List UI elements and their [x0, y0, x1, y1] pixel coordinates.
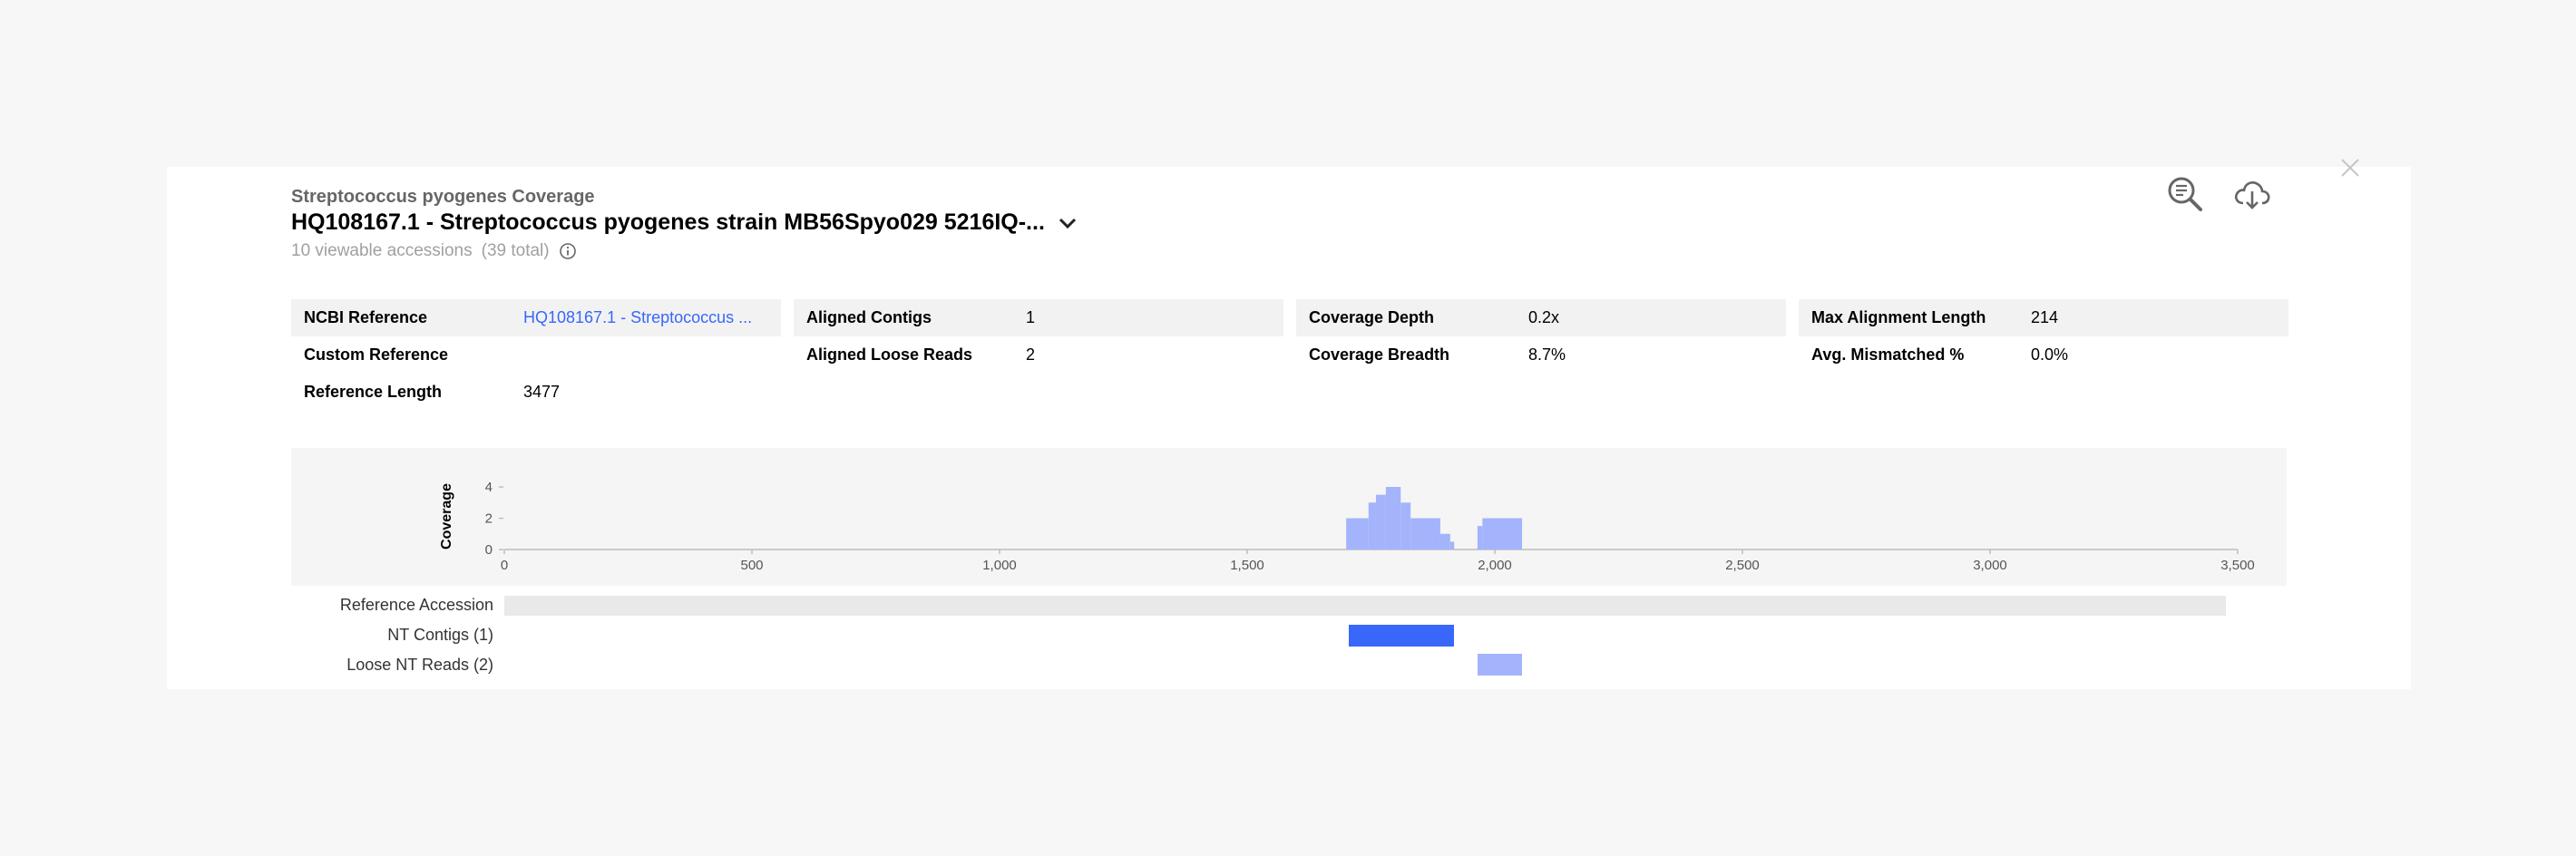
y-tick-label: 2 [485, 511, 493, 527]
metric-label: Custom Reference [304, 345, 449, 364]
coverage-bar [1477, 526, 1483, 550]
coverage-bar [1346, 518, 1369, 550]
metric-label: Coverage Breadth [1309, 345, 1450, 364]
coverage-bar [1368, 502, 1376, 550]
metrics-column-reference: NCBI Reference HQ108167.1 - Streptococcu… [291, 299, 781, 411]
metric-aligned-contigs: Aligned Contigs 1 [794, 299, 1283, 336]
total-accessions: (39 total) [481, 241, 550, 260]
coverage-bar [1400, 502, 1411, 550]
accessions-note: 10 viewable accessions (39 total) [291, 241, 577, 261]
metrics-column-alignment: Aligned Contigs 1 Aligned Loose Reads 2 [794, 299, 1283, 374]
metric-value: 0.0% [2031, 345, 2069, 364]
y-axis-label: Coverage [439, 483, 454, 550]
reference-accession-label: Reference Accession [339, 596, 493, 614]
metric-label: Coverage Depth [1309, 308, 1435, 326]
metric-value: 1 [1026, 308, 1036, 326]
metric-reference-length: Reference Length 3477 [291, 374, 781, 411]
close-icon[interactable] [2338, 156, 2362, 180]
coverage-bar [1410, 518, 1440, 550]
coverage-bar [1439, 533, 1450, 550]
coverage-bar [1375, 494, 1386, 550]
x-tick-label: 1,500 [1230, 558, 1264, 573]
x-tick-label: 500 [740, 558, 763, 573]
loose-nt-read-bar[interactable] [1477, 654, 1522, 676]
reference-accession-bar [504, 596, 2227, 616]
coverage-bar [1385, 487, 1401, 550]
info-icon[interactable] [559, 242, 577, 260]
metric-max-alignment-length: Max Alignment Length 214 [1799, 299, 2288, 336]
zoom-search-icon[interactable] [2164, 174, 2206, 216]
nt-contig-bar[interactable] [1348, 625, 1455, 647]
metric-value: 2 [1026, 345, 1036, 364]
x-tick-label: 2,500 [1725, 558, 1760, 573]
nt-contigs-label: NT Contigs (1) [387, 626, 493, 644]
coverage-bar [1482, 518, 1523, 550]
coverage-bar [1449, 541, 1455, 550]
coverage-histogram: 0 500 1,000 1,500 2,000 2,500 3,000 3,500 0 2 4 Cov… [291, 448, 2287, 586]
metric-aligned-loose-reads: Aligned Loose Reads 2 [794, 336, 1283, 374]
x-tick-label: 1,000 [982, 558, 1017, 573]
chevron-down-icon[interactable] [1058, 217, 1078, 229]
ncbi-reference-link[interactable]: HQ108167.1 - Streptococcus ... [523, 308, 781, 327]
viewable-accessions: 10 viewable accessions [291, 241, 473, 260]
x-tick-label: 3,500 [2220, 558, 2255, 573]
metric-label: Reference Length [304, 383, 443, 401]
metric-label: Aligned Loose Reads [806, 345, 973, 364]
metric-value: 0.2x [1528, 308, 1560, 326]
x-tick-label: 3,000 [1973, 558, 2007, 573]
cloud-download-icon[interactable] [2231, 174, 2273, 216]
metric-value: 214 [2031, 308, 2059, 326]
metric-ncbi-reference: NCBI Reference HQ108167.1 - Streptococcu… [291, 299, 781, 336]
metric-avg-mismatched: Avg. Mismatched % 0.0% [1799, 336, 2288, 374]
metric-label: NCBI Reference [304, 308, 428, 326]
accession-title: HQ108167.1 - Streptococcus pyogenes stra… [291, 209, 1045, 235]
x-tick-label: 0 [501, 558, 508, 573]
y-tick-label: 0 [485, 542, 493, 558]
metrics-column-quality: Max Alignment Length 214 Avg. Mismatched… [1799, 299, 2288, 374]
metric-label: Aligned Contigs [806, 308, 932, 326]
metric-coverage-breadth: Coverage Breadth 8.7% [1296, 336, 1786, 374]
metric-label: Max Alignment Length [1811, 308, 1986, 326]
metric-label: Avg. Mismatched % [1811, 345, 1965, 364]
coverage-kicker: Streptococcus pyogenes Coverage [291, 187, 595, 207]
accession-selector[interactable]: HQ108167.1 - Streptococcus pyogenes stra… [291, 209, 1078, 236]
loose-nt-reads-label: Loose NT Reads (2) [346, 656, 493, 674]
metric-value: 3477 [523, 383, 561, 401]
x-tick-label: 2,000 [1478, 558, 1512, 573]
metric-custom-reference: Custom Reference [291, 336, 781, 374]
metric-value: 8.7% [1528, 345, 1566, 364]
metric-coverage-depth: Coverage Depth 0.2x [1296, 299, 1786, 336]
metrics-column-coverage: Coverage Depth 0.2x Coverage Breadth 8.7… [1296, 299, 1786, 374]
coverage-chart-svg: 0 500 1,000 1,500 2,000 2,500 3,000 3,500 0 2 4 Cov… [439, 480, 2255, 573]
y-tick-label: 4 [485, 480, 493, 495]
